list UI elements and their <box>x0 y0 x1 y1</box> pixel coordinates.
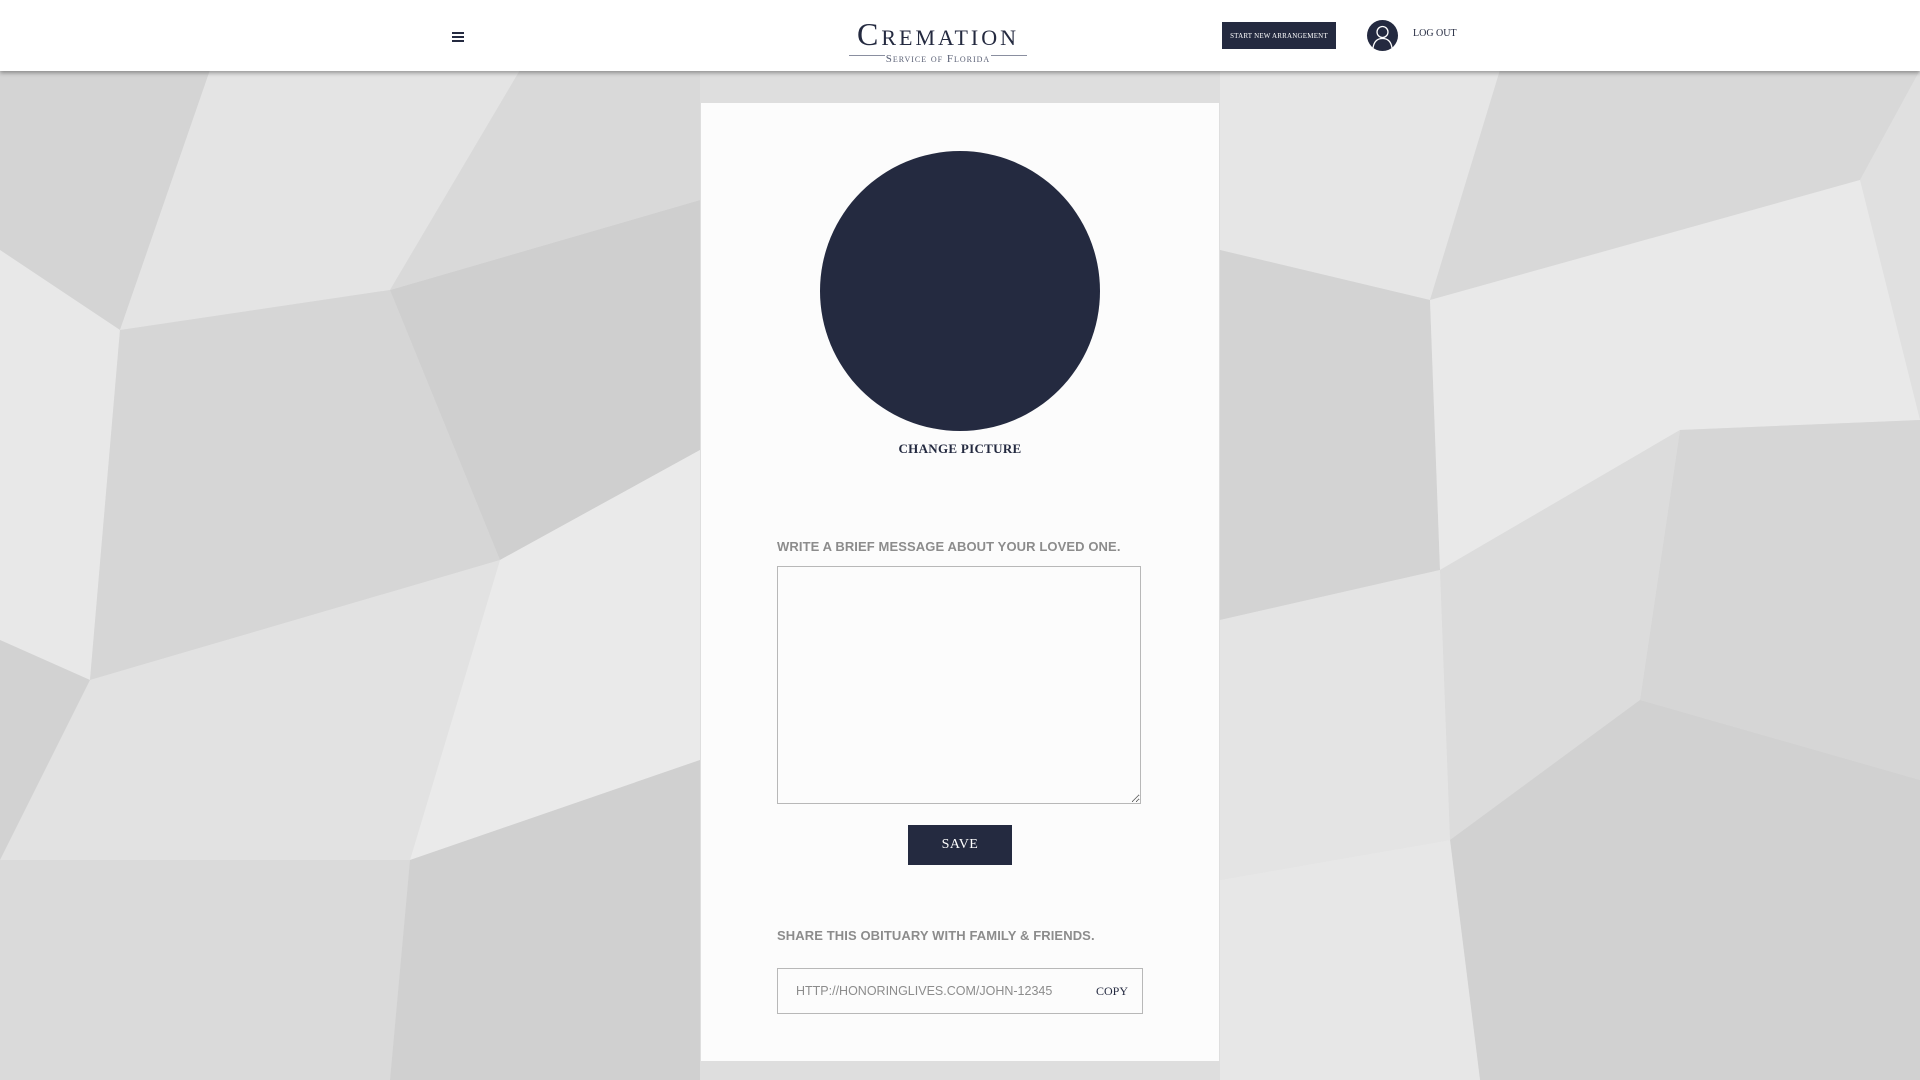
logo-subtitle: Service of Florida <box>885 53 991 65</box>
start-new-arrangement-button[interactable]: Start New Arrangement <box>1222 22 1336 49</box>
message-label: Write a brief message about your loved o… <box>777 539 1121 554</box>
logo-title: Cremation <box>856 16 1019 52</box>
site-logo[interactable]: Cremation Service of Florida <box>845 16 1031 65</box>
share-label: Share this obituary with family & friend… <box>777 928 1095 943</box>
hamburger-menu-icon[interactable] <box>448 27 468 47</box>
change-picture-link[interactable]: Change Picture <box>701 441 1219 457</box>
logo-divider-right <box>991 55 1027 56</box>
obituary-card: Change Picture Write a brief message abo… <box>701 103 1219 1061</box>
logout-link[interactable]: Log Out <box>1413 27 1457 41</box>
share-url-field[interactable] <box>796 983 1076 999</box>
copy-button[interactable]: Copy <box>1096 983 1128 999</box>
logo-divider-left <box>849 55 885 56</box>
save-button[interactable]: Save <box>908 825 1012 865</box>
profile-photo <box>820 151 1100 431</box>
message-textarea[interactable] <box>777 566 1141 804</box>
user-avatar-icon[interactable] <box>1367 20 1398 51</box>
top-navbar: Cremation Service of Florida Start New A… <box>0 0 1920 71</box>
share-url-box: Copy <box>777 968 1143 1014</box>
logo-subtitle-row: Service of Florida <box>845 49 1031 65</box>
